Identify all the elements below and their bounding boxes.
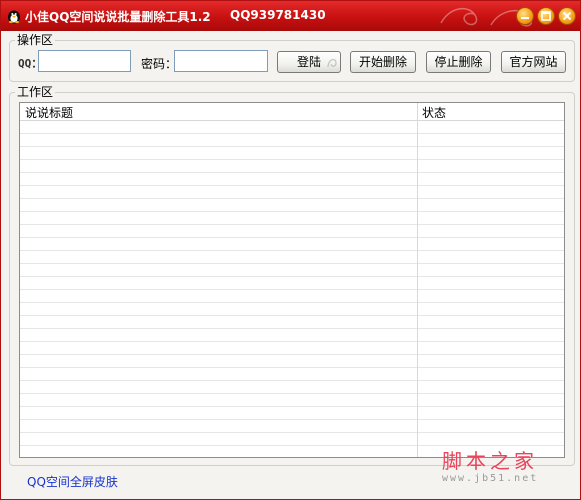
website-button-label: 官方网站 <box>509 55 558 69</box>
password-label: 密码： <box>141 57 178 71</box>
work-group-label: 工作区 <box>15 85 56 99</box>
login-button[interactable]: 登陆 <box>277 51 341 73</box>
watermark-url: www.jb51.net <box>442 473 539 484</box>
start-delete-button-label: 开始删除 <box>358 55 407 69</box>
column-header-status[interactable]: 状态 <box>422 104 446 121</box>
stop-delete-button-label: 停止删除 <box>434 55 483 69</box>
column-header-title[interactable]: 说说标题 <box>25 104 73 121</box>
watermark: 脚本之家 www.jb51.net <box>442 449 538 484</box>
start-delete-button[interactable]: 开始删除 <box>350 51 416 73</box>
close-button[interactable] <box>558 7 576 25</box>
password-input[interactable] <box>174 50 268 72</box>
operation-group-label: 操作区 <box>15 33 56 47</box>
contact-qq: QQ939781430 <box>230 8 326 22</box>
skin-link[interactable]: QQ空间全屏皮肤 <box>27 473 118 490</box>
close-icon <box>562 11 572 21</box>
qq-input[interactable] <box>38 50 131 72</box>
website-button[interactable]: 官方网站 <box>501 51 566 73</box>
column-divider[interactable] <box>417 103 418 457</box>
status-list[interactable]: 说说标题 状态 <box>19 102 565 458</box>
watermark-text: 脚本之家 <box>442 449 538 473</box>
stop-delete-button[interactable]: 停止删除 <box>426 51 491 73</box>
title-bar[interactable]: 小佳QQ空间说说批量删除工具1.2 QQ939781430 <box>1 1 580 31</box>
app-window: 小佳QQ空间说说批量删除工具1.2 QQ939781430 操作区 QQ： 密码… <box>0 0 581 500</box>
window-title: 小佳QQ空间说说批量删除工具1.2 <box>25 10 211 24</box>
list-header: 说说标题 状态 <box>20 103 564 121</box>
minimize-icon <box>521 17 529 19</box>
swirl-decoration-icon <box>327 58 337 68</box>
maximize-button[interactable] <box>537 7 555 25</box>
minimize-button[interactable] <box>516 7 534 25</box>
maximize-icon <box>541 11 551 21</box>
penguin-icon <box>8 10 20 24</box>
list-rows <box>20 121 564 457</box>
login-button-label: 登陆 <box>296 55 321 69</box>
